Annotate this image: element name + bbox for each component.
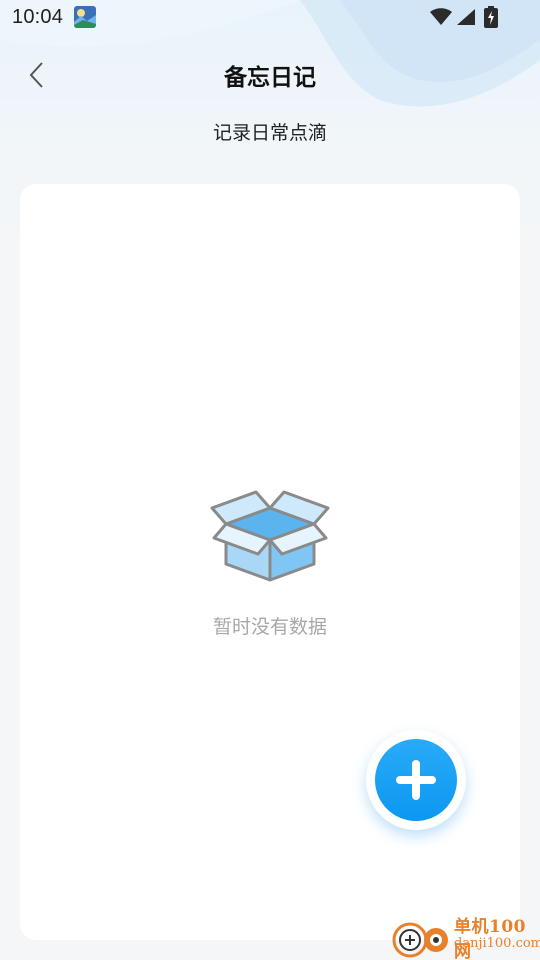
watermark-logo-icon	[392, 922, 448, 958]
empty-state-text: 暂时没有数据	[212, 616, 327, 638]
watermark-url: danji100.com	[454, 936, 540, 951]
signal-icon	[456, 8, 476, 30]
plus-icon	[396, 760, 436, 800]
status-time: 10:04	[12, 6, 64, 28]
page-subtitle: 记录日常点滴	[212, 122, 327, 144]
site-watermark: 单机100网 danji100.com	[392, 912, 540, 960]
empty-box-icon	[210, 490, 330, 582]
add-entry-button[interactable]	[366, 730, 466, 830]
battery-charging-icon	[484, 6, 498, 32]
content-card: 暂时没有数据	[20, 184, 520, 940]
add-button-circle	[375, 739, 457, 821]
status-bar: 10:04	[0, 0, 540, 36]
wifi-icon	[430, 8, 452, 30]
notification-image-icon	[74, 6, 96, 28]
page-title: 备忘日记	[224, 65, 316, 91]
